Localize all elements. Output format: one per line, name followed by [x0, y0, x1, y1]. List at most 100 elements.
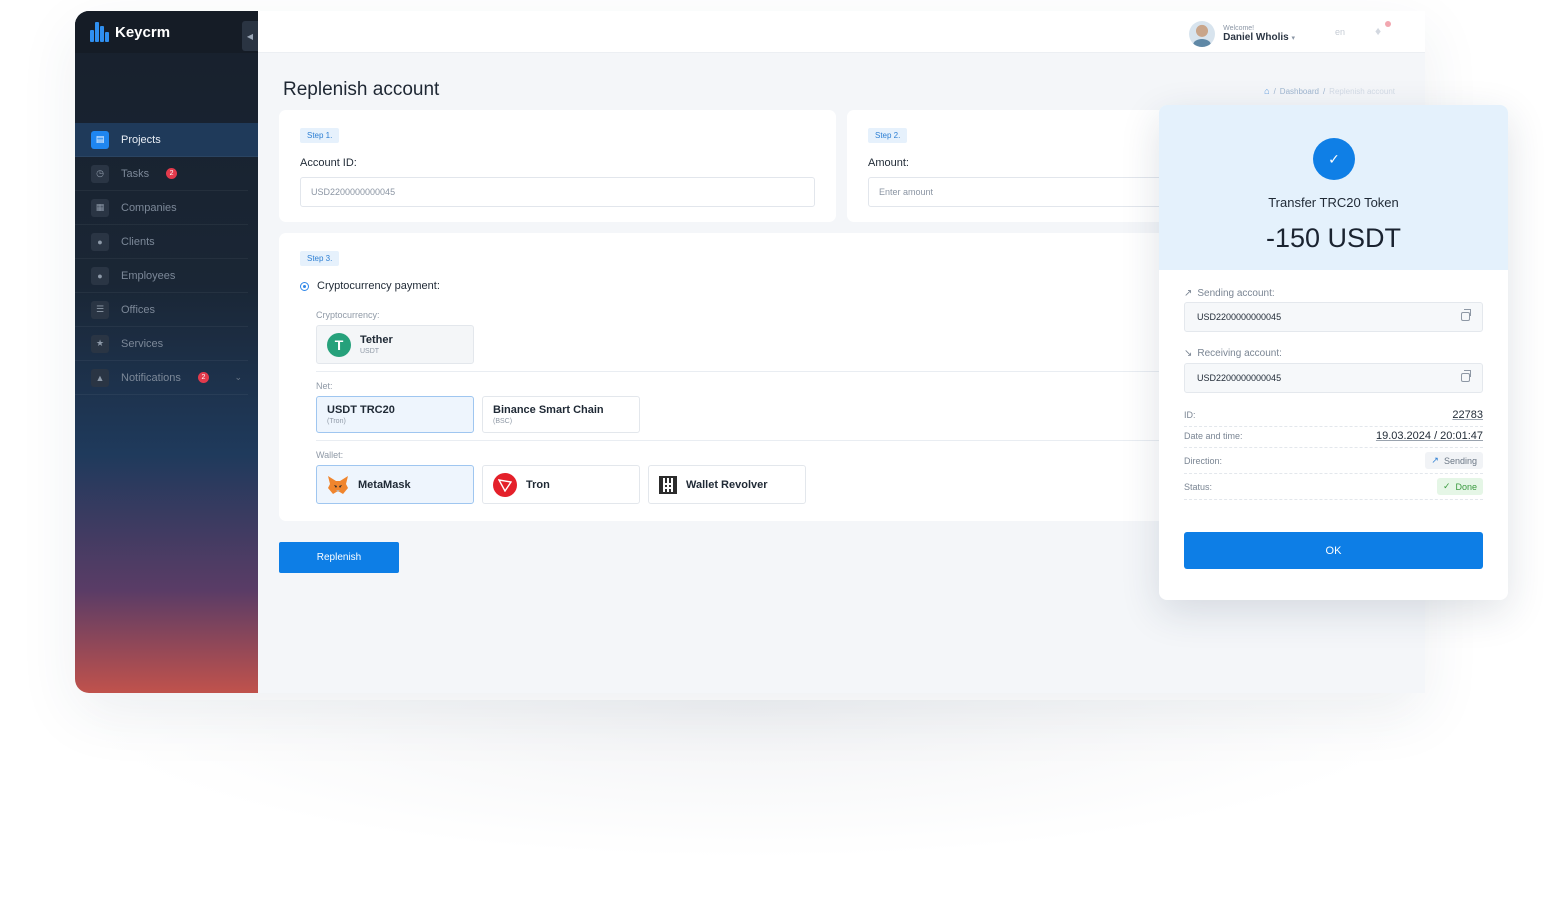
sidebar-item-label: Companies [121, 201, 177, 214]
breadcrumb-current: Replenish account [1329, 86, 1395, 96]
step-tag: Step 2. [868, 128, 908, 143]
radio-selected[interactable] [300, 281, 309, 291]
logo-text: Keycrm [115, 23, 171, 41]
sidebar-nav: ▤ Projects ◷ Tasks 2 ▦ Companies ● Clien… [75, 123, 258, 395]
sidebar-item-offices[interactable]: ☰ Offices [75, 293, 248, 327]
arrow-up-right-icon: ↗ [1184, 288, 1193, 299]
person-icon: ● [91, 266, 109, 285]
welcome-text: Welcome! [1223, 25, 1255, 32]
option-title: MetaMask [358, 478, 411, 491]
logo-icon [90, 22, 109, 42]
sidebar-item-companies[interactable]: ▦ Companies [75, 191, 248, 225]
notification-badge: 2 [166, 168, 178, 179]
option-subtitle: USDT [360, 348, 380, 355]
bell-icon[interactable]: ♦ [1375, 24, 1389, 38]
arrow-up-right-icon: ↗ [1431, 455, 1439, 465]
transfer-modal: ✓ Transfer TRC20 Token -150 USDT ↗ Sendi… [1159, 105, 1508, 600]
page-title: Replenish account [283, 79, 440, 100]
sidebar-item-tasks[interactable]: ◷ Tasks 2 [75, 157, 248, 191]
check-icon: ✓ [1313, 138, 1355, 180]
topbar: Welcome! Daniel Wholis ▾ en ♦ [258, 11, 1425, 53]
tether-icon: T [327, 332, 351, 357]
language-switch[interactable]: en [1335, 27, 1345, 37]
direction-value: Sending [1443, 455, 1477, 466]
receiving-account-label: ↘ Receiving account: [1184, 348, 1282, 359]
sidebar-item-projects[interactable]: ▤ Projects [75, 123, 258, 157]
receiving-account-value: USD2200000000045 [1197, 373, 1282, 383]
star-icon: ★ [91, 334, 109, 353]
qr-code-icon [659, 475, 677, 494]
transfer-amount: -150 USDT [1265, 223, 1402, 253]
id-label: ID: [1184, 409, 1196, 420]
net-option-usdt-trc20[interactable]: USDT TRC20 (Tron) [316, 396, 474, 433]
sidebar-item-label: Clients [121, 235, 155, 248]
crypto-payment-label: Cryptocurrency payment: [317, 280, 440, 292]
sidebar-item-employees[interactable]: ● Employees [75, 259, 248, 293]
ok-button[interactable]: OK [1184, 532, 1483, 569]
sidebar-item-label: Services [121, 337, 164, 350]
wallet-option-metamask[interactable]: MetaMask [316, 465, 474, 504]
status-label: Status: [1184, 481, 1213, 492]
sidebar-item-label: Offices [121, 303, 156, 316]
stopwatch-icon: ◷ [91, 164, 109, 183]
breadcrumb-dashboard[interactable]: Dashboard [1280, 87, 1319, 96]
check-icon: ✓ [1442, 481, 1451, 491]
bell-icon: ▲ [91, 368, 109, 387]
briefcase-icon: ▤ [91, 130, 109, 149]
direction-row: Direction: ↗ Sending [1184, 448, 1483, 474]
sidebar-item-label: Notifications [121, 371, 181, 384]
wallet-option-wallet-revolver[interactable]: Wallet Revolver [648, 465, 806, 504]
option-title: Tether [360, 334, 393, 346]
sidebar-item-services[interactable]: ★ Services [75, 327, 248, 361]
chevron-down-icon[interactable]: ⌄ [234, 372, 242, 383]
home-icon[interactable]: ⌂ [1264, 86, 1269, 96]
net-option-bsc[interactable]: Binance Smart Chain (BSC) [482, 396, 640, 433]
copy-icon[interactable] [1461, 309, 1471, 321]
direction-badge: ↗ Sending [1425, 452, 1483, 469]
sending-account-value: USD2200000000045 [1197, 312, 1282, 322]
datetime-label: Date and time: [1184, 430, 1243, 441]
account-id-label: Account ID: [300, 157, 357, 169]
sidebar-collapse-button[interactable]: ◀ [242, 21, 258, 51]
option-title: Wallet Revolver [686, 478, 768, 491]
receiving-account-field: USD2200000000045 [1184, 363, 1483, 393]
sending-account-label-text: Sending account: [1197, 288, 1275, 299]
group-icon: ● [91, 232, 109, 251]
logo[interactable]: Keycrm [90, 22, 170, 42]
building-icon: ▦ [91, 198, 109, 217]
replenish-button[interactable]: Replenish [279, 542, 399, 573]
avatar [1189, 21, 1216, 47]
sidebar-item-clients[interactable]: ● Clients [75, 225, 248, 259]
receiving-account-label-text: Receiving account: [1197, 348, 1282, 359]
datetime-value: 19.03.2024 / 20:01:47 [1375, 429, 1483, 442]
breadcrumb: ⌂ / Dashboard / Replenish account [1264, 86, 1395, 96]
sidebar-item-label: Projects [121, 133, 161, 146]
bank-icon: ☰ [91, 300, 109, 319]
user-menu[interactable]: Welcome! Daniel Wholis ▾ [1189, 21, 1295, 47]
option-title: Tron [526, 478, 550, 491]
sidebar: Keycrm ◀ ▤ Projects ◷ Tasks 2 ▦ Companie… [75, 11, 258, 693]
app-shadow [60, 700, 1440, 860]
account-id-field[interactable]: USD2200000000045 [300, 177, 815, 207]
direction-label: Direction: [1184, 455, 1223, 466]
notification-badge: 2 [197, 372, 209, 383]
option-title: Binance Smart Chain [493, 404, 604, 416]
sidebar-item-notifications[interactable]: ▲ Notifications 2 ⌄ [75, 361, 248, 395]
step-tag: Step 1. [300, 128, 340, 143]
sending-account-label: ↗ Sending account: [1184, 288, 1275, 299]
option-subtitle: (BSC) [493, 418, 513, 425]
option-subtitle: (Tron) [327, 418, 346, 425]
sidebar-header: Keycrm ◀ [75, 11, 258, 53]
status-row: Status: ✓ Done [1184, 474, 1483, 500]
datetime-row: Date and time: 19.03.2024 / 20:01:47 [1184, 424, 1483, 448]
tron-icon [493, 472, 517, 497]
modal-title: Transfer TRC20 Token [1268, 195, 1399, 210]
caret-down-icon: ▾ [1291, 35, 1295, 42]
metamask-fox-icon [328, 475, 348, 494]
crypto-option-tether[interactable]: T Tether USDT [316, 325, 474, 364]
sidebar-item-label: Employees [121, 269, 176, 282]
user-name: Daniel Wholis [1223, 32, 1289, 43]
arrow-down-right-icon: ↘ [1184, 348, 1193, 359]
wallet-option-tron[interactable]: Tron [482, 465, 640, 504]
copy-icon[interactable] [1461, 370, 1471, 382]
